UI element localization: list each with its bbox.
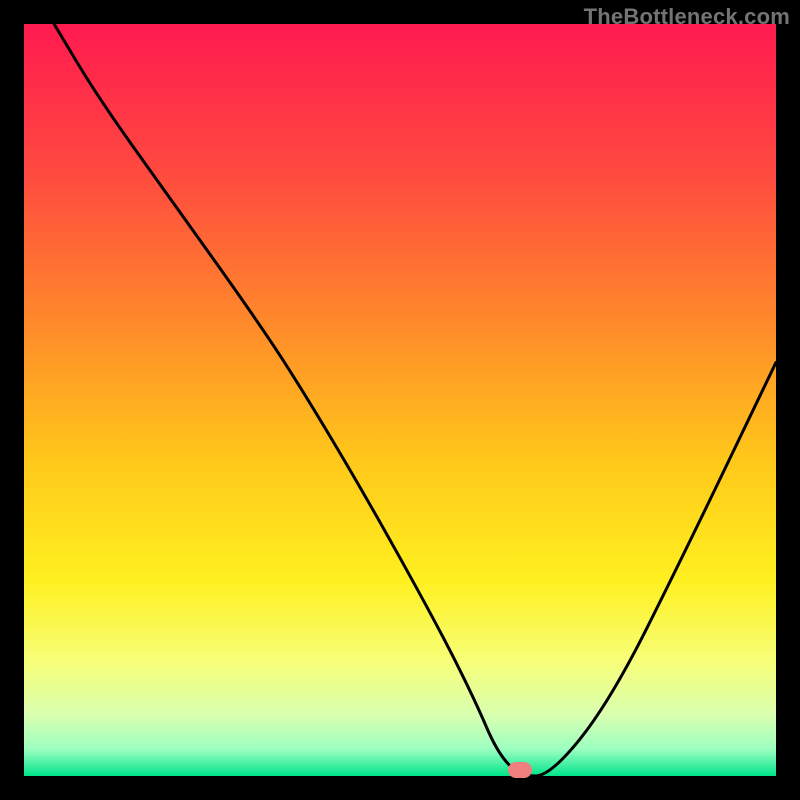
bottleneck-curve xyxy=(24,24,776,776)
plot-area xyxy=(24,24,776,776)
optimal-point-marker xyxy=(508,762,532,778)
chart-frame: TheBottleneck.com xyxy=(0,0,800,800)
watermark-text: TheBottleneck.com xyxy=(584,4,790,30)
